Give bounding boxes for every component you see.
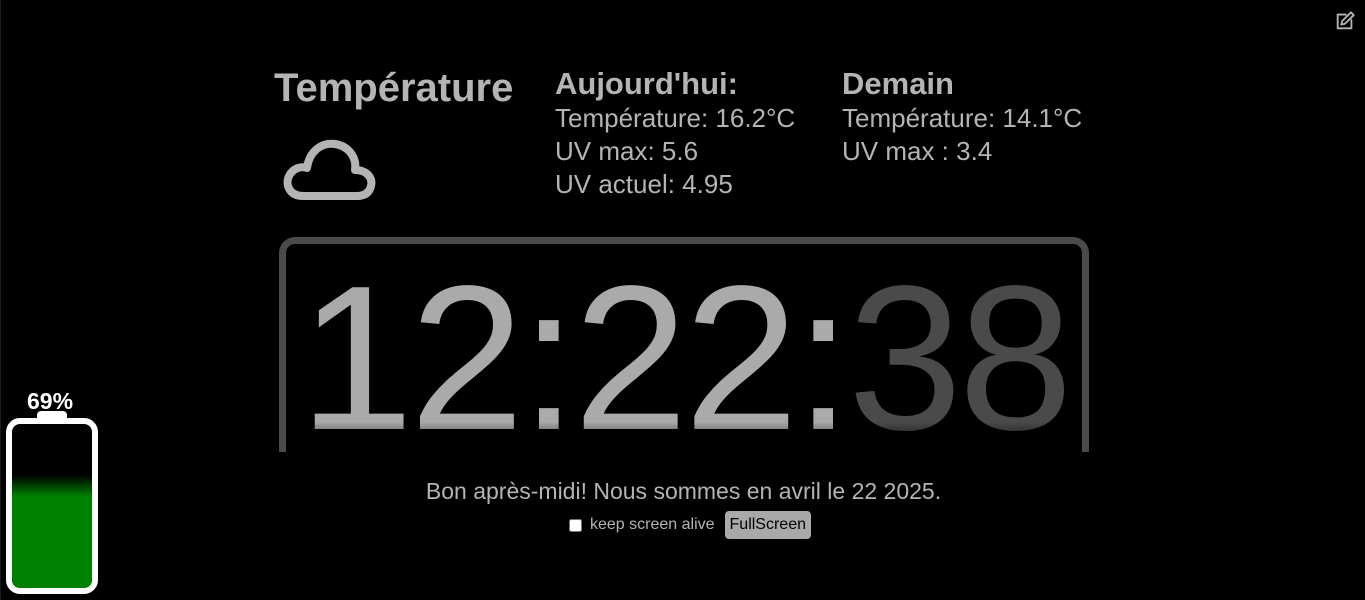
keep-screen-alive-checkbox[interactable] [569, 518, 582, 532]
today-forecast: Aujourd'hui: Température: 16.2°C UV max:… [555, 66, 795, 201]
edit-icon[interactable] [1334, 10, 1356, 32]
page: Température Aujourd'hui: Température: 16… [0, 0, 1365, 600]
today-uv-current: UV actuel: 4.95 [555, 169, 733, 199]
clock-hours: 12 [299, 243, 524, 452]
tomorrow-temperature: Température: 14.1°C [842, 103, 1083, 133]
today-heading: Aujourd'hui: [555, 66, 738, 101]
controls: keep screen alive FullScreen [569, 511, 811, 539]
battery-level-fill [12, 474, 92, 588]
cloud-icon [283, 139, 376, 200]
weather-title: Température [274, 66, 514, 110]
tomorrow-uv-max: UV max : 3.4 [842, 136, 993, 166]
clock-minutes: 22 [573, 243, 798, 452]
clock-separator: : [520, 243, 577, 452]
clock-separator: : [794, 243, 852, 452]
tomorrow-forecast: Demain Température: 14.1°C UV max : 3.4 [842, 66, 1082, 168]
clock-seconds: 38 [847, 243, 1073, 452]
battery-icon [6, 418, 98, 594]
clock-frame: 12:22:38 [279, 237, 1089, 452]
keep-screen-alive-label[interactable]: keep screen alive [590, 516, 715, 534]
fullscreen-button[interactable]: FullScreen [724, 511, 811, 539]
today-temperature: Température: 16.2°C [555, 103, 796, 133]
clock-display: 12:22:38 [286, 255, 1082, 452]
today-uv-max: UV max: 5.6 [555, 136, 699, 166]
tomorrow-heading: Demain [842, 66, 954, 101]
greeting-message: Bon après-midi! Nous sommes en avril le … [425, 478, 942, 504]
